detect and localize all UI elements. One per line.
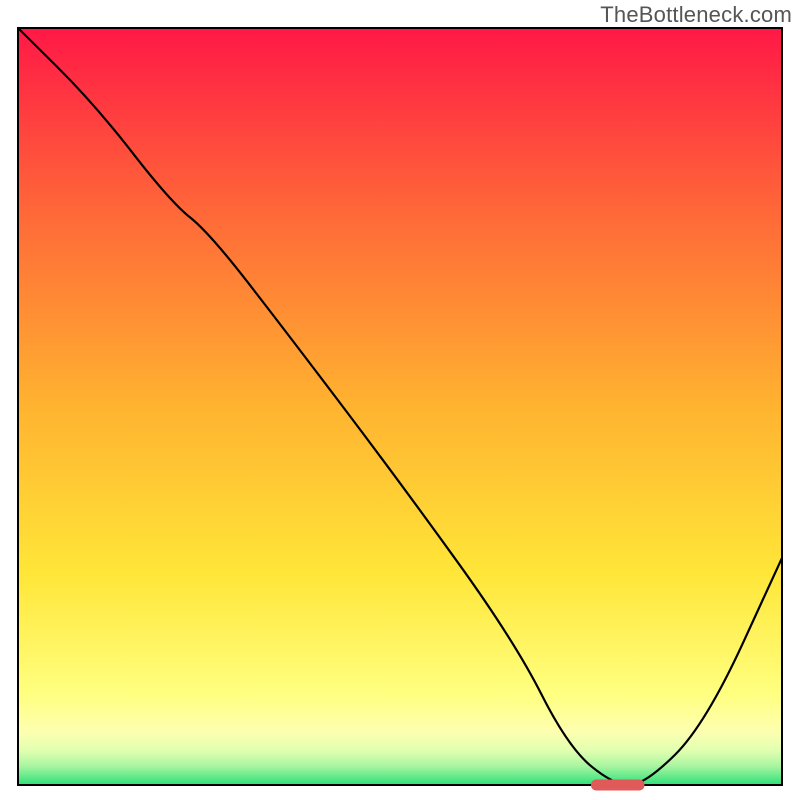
optimal-marker [591,780,644,791]
plot-background [18,28,782,785]
watermark-text: TheBottleneck.com [600,2,792,28]
bottleneck-chart [0,0,800,800]
